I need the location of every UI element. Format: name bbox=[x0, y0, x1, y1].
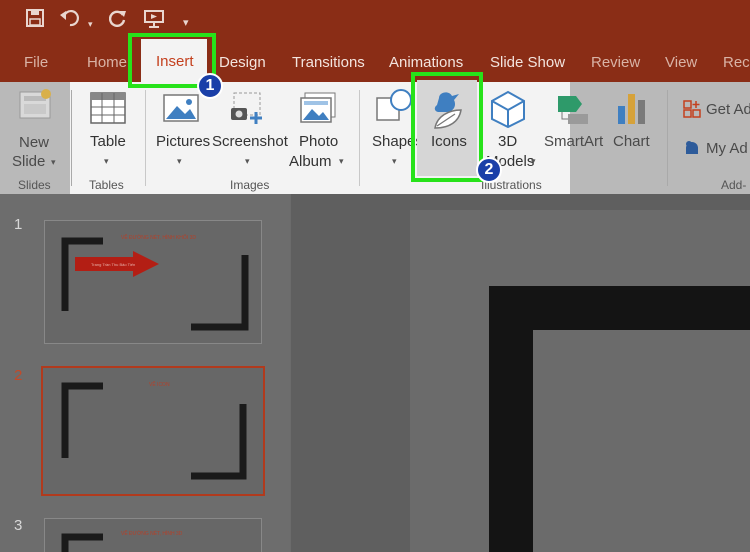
new-slide-label-2: Slide bbox=[12, 153, 46, 170]
chevron-down-icon: ▾ bbox=[531, 156, 536, 166]
step-badge-1: 1 bbox=[197, 73, 223, 99]
smartart-label: SmartArt bbox=[544, 133, 604, 150]
thumbnail-title: VẼ ĐƯỜNG NÉT, HÌNH KHỐI 3D bbox=[121, 235, 196, 241]
customize-qa-icon[interactable]: ▾ bbox=[183, 13, 189, 33]
divider bbox=[667, 90, 668, 186]
repeat-icon[interactable] bbox=[108, 9, 127, 32]
table-icon bbox=[90, 92, 126, 129]
my-addins-label: My Ad bbox=[706, 140, 748, 157]
undo-dropdown-icon[interactable]: ▾ bbox=[88, 14, 93, 34]
slide-thumbnail-1[interactable]: VẼ ĐƯỜNG NÉT, HÌNH KHỐI 3D Trang Trần Th… bbox=[44, 220, 262, 344]
smartart-icon bbox=[556, 92, 592, 131]
pictures-label: Pictures bbox=[156, 133, 211, 150]
highlight-icons-button bbox=[411, 72, 483, 182]
current-slide[interactable] bbox=[410, 210, 750, 552]
chart-icon bbox=[617, 92, 647, 131]
divider bbox=[145, 90, 146, 186]
photo-album-label-1: Photo bbox=[299, 133, 339, 150]
title-bar: ▾ ▾ bbox=[0, 0, 750, 42]
store-icon bbox=[683, 100, 701, 123]
table-label: Table bbox=[90, 133, 126, 150]
step-badge-2: 2 bbox=[476, 157, 502, 183]
chevron-down-icon: ▾ bbox=[392, 156, 397, 166]
get-addins-label: Get Ad bbox=[706, 101, 750, 118]
new-slide-label-1: New bbox=[19, 134, 50, 151]
undo-icon[interactable] bbox=[60, 9, 80, 32]
divider bbox=[71, 90, 72, 186]
divider bbox=[359, 90, 360, 186]
chevron-down-icon: ▾ bbox=[104, 156, 109, 166]
photo-album-label-2: Album bbox=[289, 153, 332, 170]
3d-models-label-1: 3D bbox=[498, 133, 518, 150]
thumbnail-title: VẼ ĐƯỜNG NÉT, HÌNH 3D bbox=[121, 531, 183, 537]
chart-label: Chart bbox=[613, 133, 650, 150]
tab-file[interactable]: File bbox=[24, 54, 48, 71]
tab-design[interactable]: Design bbox=[219, 54, 266, 71]
chevron-down-icon: ▾ bbox=[245, 156, 250, 166]
chevron-down-icon: ▾ bbox=[177, 156, 182, 166]
group-label-slides: Slides bbox=[18, 178, 51, 192]
group-label-images: Images bbox=[230, 178, 270, 192]
shapes-icon bbox=[375, 88, 415, 129]
group-label-tables: Tables bbox=[89, 178, 124, 192]
thumbnail-title: VẼ ICON bbox=[149, 382, 170, 388]
slide-number: 2 bbox=[14, 367, 23, 384]
ribbon-tabs: File Home Design Transitions Animations … bbox=[0, 42, 750, 82]
slide-thumbnail-3[interactable]: VẼ ĐƯỜNG NÉT, HÌNH 3D bbox=[44, 518, 262, 552]
pictures-icon bbox=[163, 92, 199, 129]
chevron-down-icon: ▾ bbox=[339, 156, 344, 166]
tab-animations[interactable]: Animations bbox=[389, 54, 463, 71]
tab-view[interactable]: View bbox=[665, 54, 697, 71]
photo-album-icon bbox=[300, 92, 336, 129]
tab-home[interactable]: Home bbox=[87, 54, 127, 71]
tab-transitions[interactable]: Transitions bbox=[292, 54, 365, 71]
thumbnail-arrow-text: Trang Trần Thu Bảo Tiến bbox=[91, 262, 136, 267]
present-icon[interactable] bbox=[143, 9, 165, 34]
tab-slide-show[interactable]: Slide Show bbox=[490, 54, 565, 71]
tab-review[interactable]: Review bbox=[591, 54, 640, 71]
cube-icon bbox=[490, 90, 526, 133]
save-icon[interactable] bbox=[26, 9, 44, 32]
screenshot-label: Screenshot bbox=[212, 133, 288, 150]
chevron-down-icon: ▾ bbox=[51, 157, 56, 167]
tab-record[interactable]: Reco bbox=[723, 54, 750, 71]
slide-thumbnail-2[interactable]: VẼ ICON bbox=[41, 366, 265, 496]
group-label-addins: Add- bbox=[721, 178, 747, 192]
slide-number: 1 bbox=[14, 216, 23, 233]
new-slide-icon bbox=[18, 88, 54, 129]
screenshot-icon bbox=[230, 92, 268, 131]
slide-number: 3 bbox=[14, 517, 23, 534]
my-addins-icon bbox=[683, 139, 701, 162]
